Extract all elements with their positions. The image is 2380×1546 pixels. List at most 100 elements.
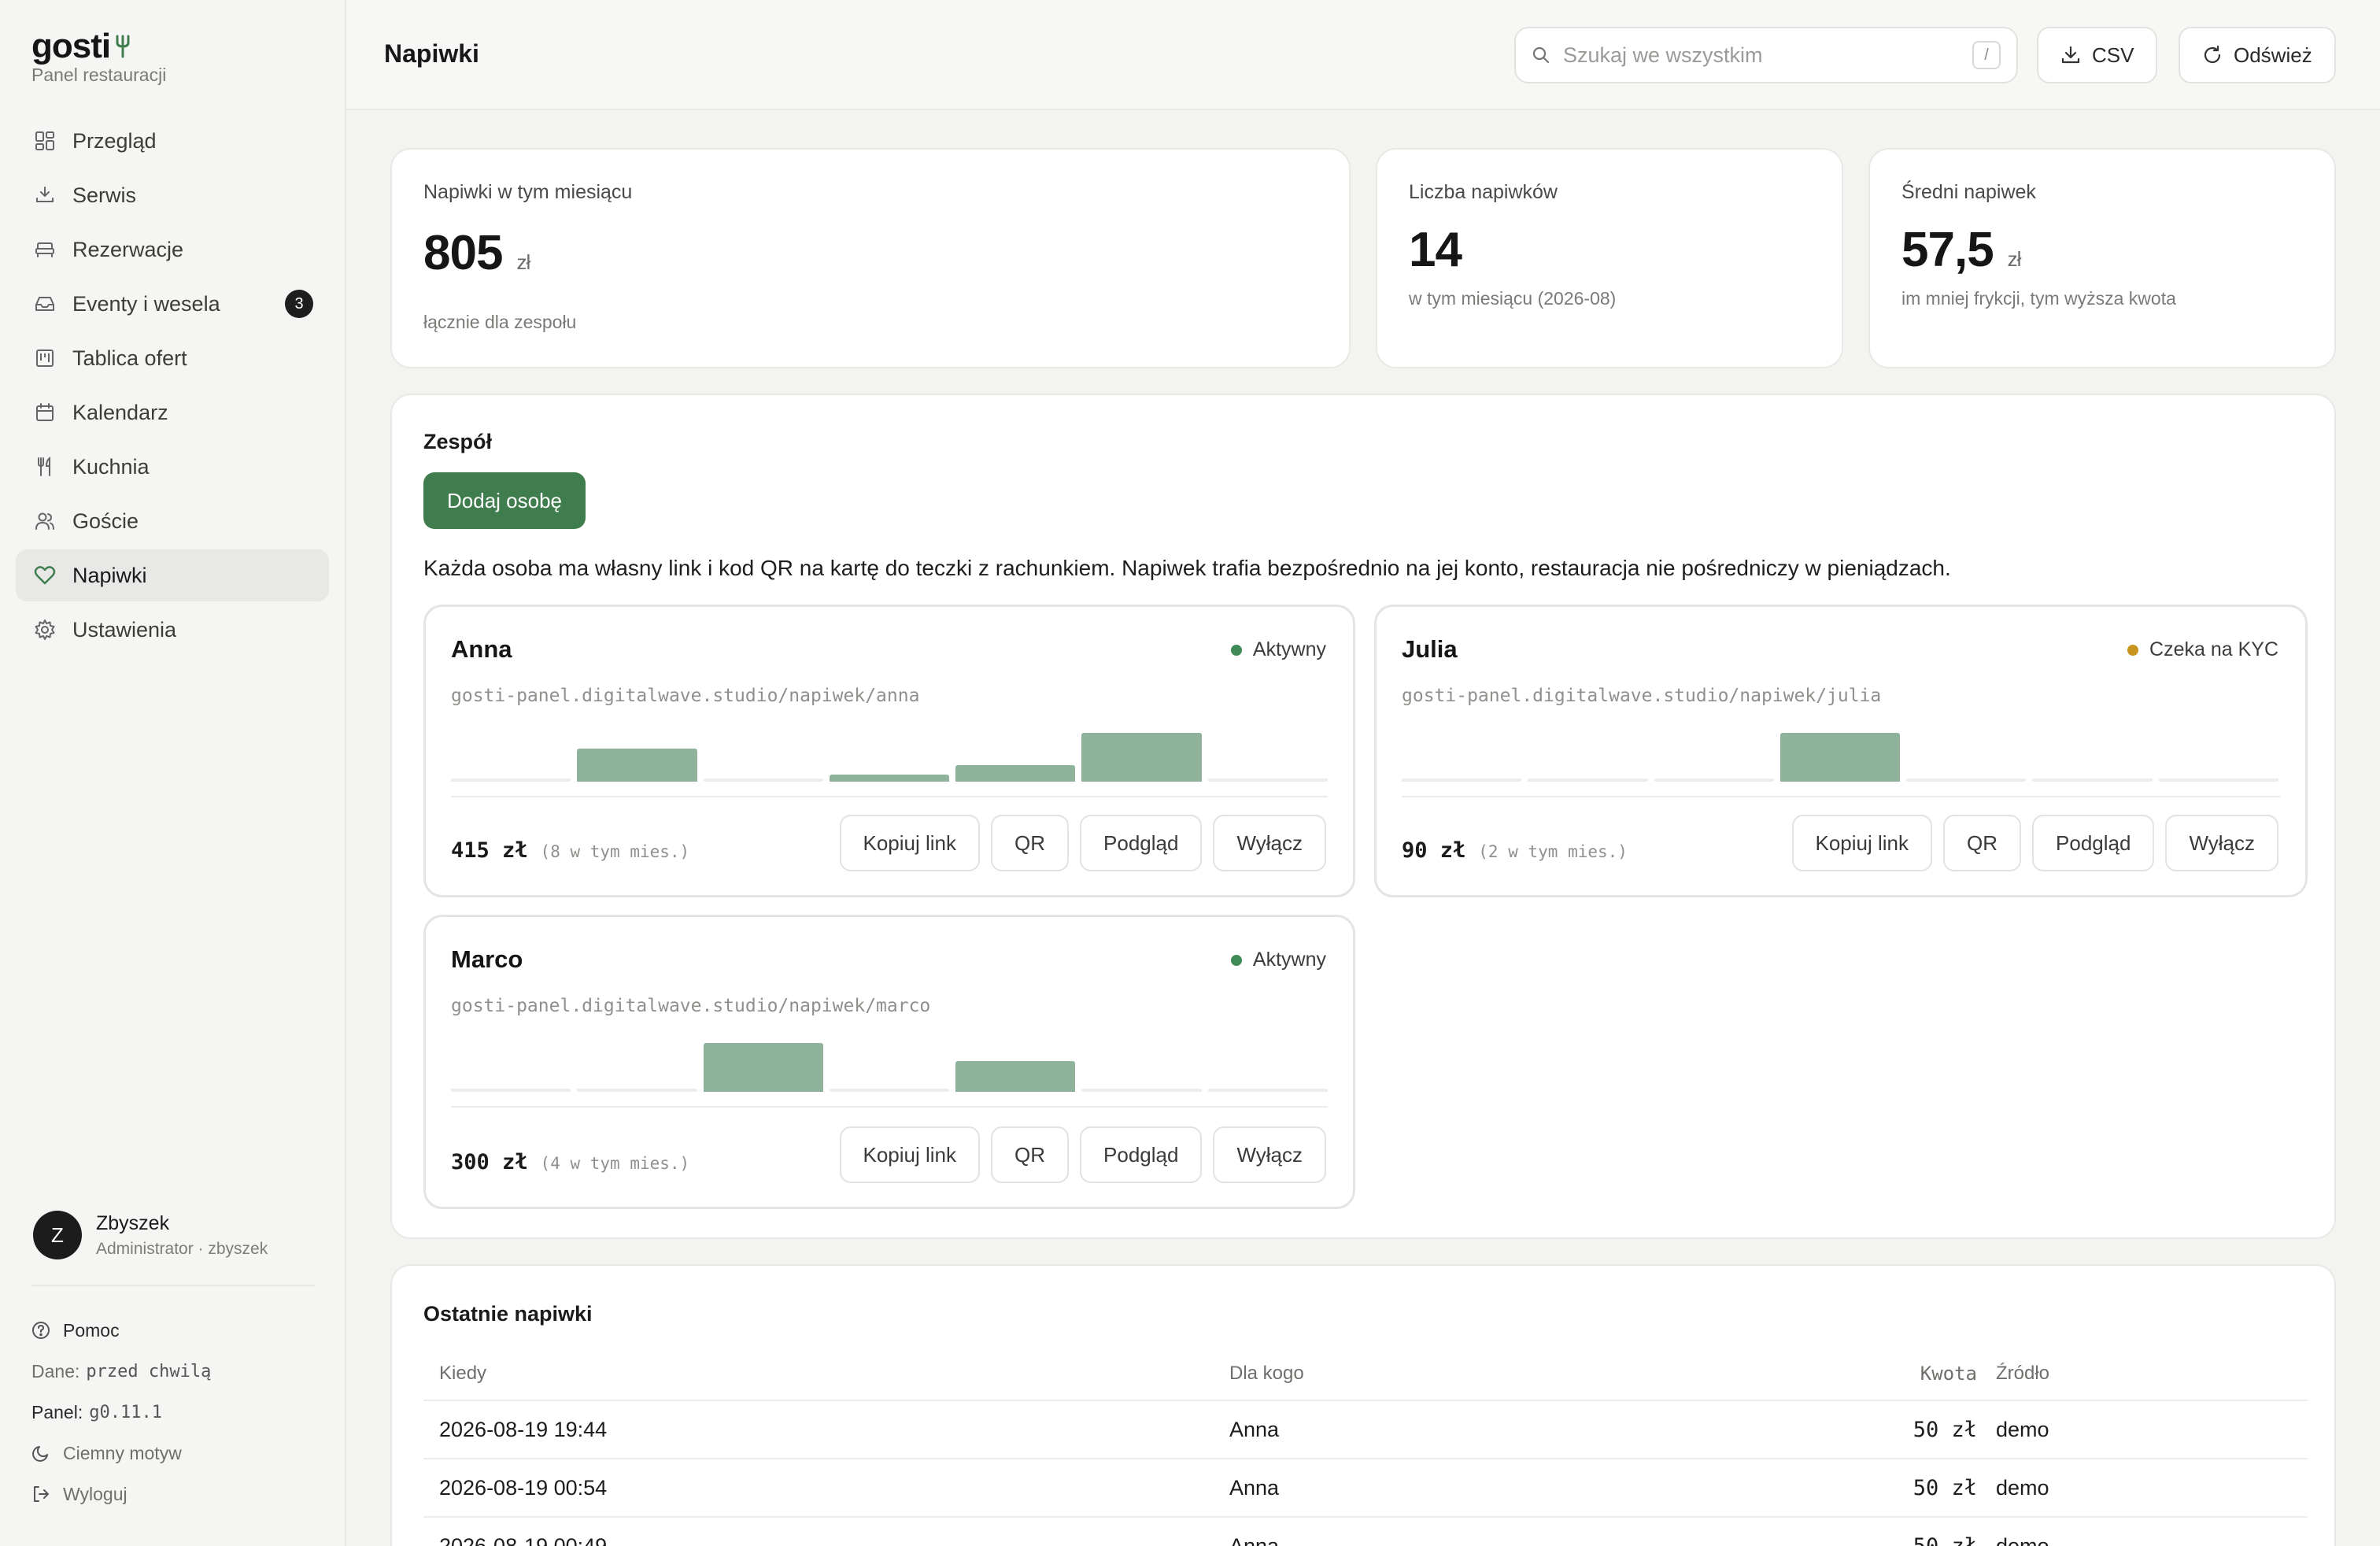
stat-value: 805 zł — [423, 225, 530, 281]
disable-button[interactable]: Wyłącz — [2165, 815, 2278, 871]
preview-button[interactable]: Podgląd — [2032, 815, 2155, 871]
disable-button[interactable]: Wyłącz — [1213, 815, 1326, 871]
qr-button[interactable]: QR — [1943, 815, 2022, 871]
sidebar-item-label: Ustawienia — [72, 617, 177, 642]
average-tip-value: 57,5 — [1901, 223, 1994, 277]
sidebar-item-tablica-ofert[interactable]: Tablica ofert — [16, 332, 329, 384]
tip-source: demo — [1996, 1417, 2049, 1441]
sidebar-item-label: Goście — [72, 509, 139, 533]
stat-subtext: im mniej frykcji, tym wyższa kwota — [1901, 288, 2176, 309]
csv-label: CSV — [2092, 43, 2134, 67]
disable-button[interactable]: Wyłącz — [1213, 1126, 1326, 1183]
qr-button[interactable]: QR — [991, 815, 1070, 871]
sidebar: gosti Panel restauracji Przegląd Serwis … — [0, 0, 346, 1546]
sidebar-footer: Pomoc Dane: przed chwilą Panel: g0.11.1 … — [31, 1310, 211, 1515]
status-badge: Aktywny — [1230, 949, 1326, 971]
user-profile[interactable]: Z Zbyszek Administrator · zbyszek — [33, 1211, 268, 1259]
column-header-amount[interactable]: Kwota — [1920, 1348, 1977, 1400]
table-row[interactable]: 2026-08-19 00:54 Anna 50 zł demo — [423, 1459, 2308, 1518]
sidebar-item-label: Serwis — [72, 183, 137, 207]
sidebar-item-label: Rezerwacje — [72, 237, 184, 261]
sidebar-item-label: Kalendarz — [72, 400, 168, 424]
theme-toggle[interactable]: Ciemny motyw — [31, 1433, 211, 1474]
status-badge: Aktywny — [1230, 638, 1326, 661]
sidebar-item-goscie[interactable]: Goście — [16, 495, 329, 547]
person-total-amount: 300 zł — [451, 1150, 528, 1174]
tip-history-bars — [451, 1037, 1332, 1092]
person-total-amount: 90 zł — [1402, 838, 1466, 863]
tip-bar — [829, 775, 950, 782]
bar-baseline — [1528, 779, 1648, 782]
table-row[interactable]: 2026-08-19 19:44 Anna 50 zł demo — [423, 1401, 2308, 1459]
copy-link-button[interactable]: Kopiuj link — [839, 815, 981, 871]
divider — [31, 1285, 315, 1286]
qr-button[interactable]: QR — [991, 1126, 1070, 1183]
sidebar-item-rezerwacje[interactable]: Rezerwacje — [16, 224, 329, 276]
stat-value: 14 — [1409, 222, 1462, 278]
sidebar-item-serwis[interactable]: Serwis — [16, 169, 329, 221]
user-name: Zbyszek — [96, 1211, 170, 1234]
search-icon — [1532, 46, 1550, 65]
person-total: 300 zł (4 w tym mies.) — [451, 1150, 689, 1174]
search-box[interactable]: / — [1514, 27, 2018, 83]
sidebar-item-kuchnia[interactable]: Kuchnia — [16, 441, 329, 493]
events-count-badge: 3 — [285, 290, 313, 318]
status-label: Aktywny — [1252, 949, 1326, 971]
bar-baseline — [2158, 779, 2278, 782]
person-tip-count: (2 w tym mies.) — [1478, 842, 1628, 861]
divider — [451, 1106, 1328, 1108]
tip-recipient: Anna — [1229, 1533, 1280, 1546]
column-header-who[interactable]: Dla kogo — [1229, 1348, 1304, 1400]
status-badge: Czeka na KYC — [2127, 638, 2278, 661]
column-header-when[interactable]: Kiedy — [439, 1348, 486, 1400]
bar-baseline — [1207, 779, 1328, 782]
person-tip-count: (8 w tym mies.) — [540, 842, 690, 861]
table-row[interactable]: 2026-08-19 00:49 Anna 50 zł demo — [423, 1518, 2308, 1546]
panel-label: Panel: — [31, 1401, 83, 1422]
brand[interactable]: gosti Panel restauracji — [31, 27, 166, 86]
logout-link[interactable]: Wyloguj — [31, 1474, 211, 1515]
copy-link-button[interactable]: Kopiuj link — [1791, 815, 1933, 871]
monthly-total-value: 805 — [423, 226, 503, 280]
theme-label: Ciemny motyw — [63, 1442, 182, 1463]
sidebar-item-eventy[interactable]: Eventy i wesela 3 — [16, 278, 329, 330]
person-card-marco: Marco Aktywny gosti-panel.digitalwave.st… — [423, 915, 1355, 1209]
tip-count-value: 14 — [1409, 223, 1462, 277]
tip-when: 2026-08-19 19:44 — [439, 1417, 608, 1441]
add-person-button[interactable]: Dodaj osobę — [423, 472, 586, 529]
avatar: Z — [33, 1211, 82, 1259]
sidebar-item-ustawienia[interactable]: Ustawienia — [16, 604, 329, 656]
stat-label: Średni napiwek — [1901, 181, 2036, 203]
column-header-source[interactable]: Źródło — [1996, 1348, 2049, 1400]
bar-baseline — [451, 1089, 571, 1092]
person-total: 415 zł (8 w tym mies.) — [451, 838, 689, 863]
refresh-button[interactable]: Odśwież — [2179, 27, 2336, 83]
sidebar-item-przeglad[interactable]: Przegląd — [16, 115, 329, 167]
divider — [451, 796, 1328, 797]
csv-export-button[interactable]: CSV — [2037, 27, 2158, 83]
sidebar-item-kalendarz[interactable]: Kalendarz — [16, 386, 329, 438]
preview-button[interactable]: Podgląd — [1080, 815, 1203, 871]
gear-icon — [33, 618, 57, 642]
preview-button[interactable]: Podgląd — [1080, 1126, 1203, 1183]
sidebar-item-napiwki[interactable]: Napiwki — [16, 549, 329, 601]
stat-card-tip-count: Liczba napiwków 14 w tym miesiącu (2026-… — [1376, 148, 1843, 368]
copy-link-button[interactable]: Kopiuj link — [839, 1126, 981, 1183]
brand-subtitle: Panel restauracji — [31, 65, 167, 85]
top-bar: Napiwki / CSV Odśwież — [346, 0, 2380, 110]
currency-unit: zł — [516, 250, 530, 274]
moon-icon — [31, 1444, 54, 1463]
person-name: Anna — [451, 635, 512, 663]
stat-subtext: w tym miesiącu (2026-08) — [1409, 288, 1617, 309]
tip-bar — [1081, 733, 1202, 782]
bar-baseline — [1402, 779, 1522, 782]
sidebar-item-label: Eventy i wesela — [72, 291, 220, 316]
bar-baseline — [1081, 1089, 1202, 1092]
help-link[interactable]: Pomoc — [31, 1310, 211, 1351]
grid-icon — [33, 129, 57, 153]
stat-value: 57,5 zł — [1901, 222, 2021, 278]
search-input[interactable] — [1563, 43, 1972, 68]
fork-icon — [116, 35, 130, 58]
tip-amount: 50 zł — [1913, 1475, 1977, 1500]
panel-version: Panel: g0.11.1 — [31, 1392, 211, 1433]
